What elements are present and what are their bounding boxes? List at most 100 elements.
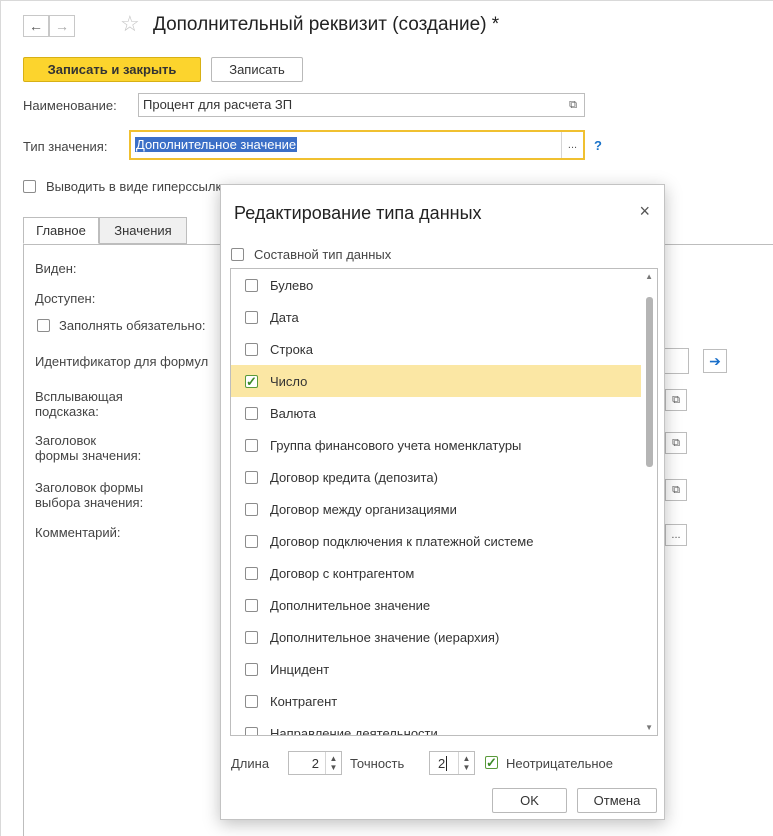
arrow-right-icon: → xyxy=(55,18,69,34)
type-checkbox[interactable] xyxy=(245,502,258,516)
dialog-title: Редактирование типа данных xyxy=(234,203,482,223)
close-icon[interactable]: × xyxy=(639,201,650,222)
forward-button[interactable]: → xyxy=(49,15,75,37)
type-checkbox[interactable] xyxy=(245,278,258,292)
stepper-arrows-icon[interactable]: ▲ ▼ xyxy=(325,752,341,774)
length-stepper[interactable]: 2 ▲ ▼ xyxy=(288,751,342,775)
hyperlink-label: Выводить в виде гиперссылки xyxy=(46,179,229,194)
precision-value: 2 xyxy=(438,755,448,771)
cancel-button[interactable]: Отмена xyxy=(577,788,657,813)
help-icon[interactable]: ? xyxy=(594,138,602,153)
type-checkbox[interactable] xyxy=(245,470,258,484)
list-item[interactable]: Дата xyxy=(231,301,642,333)
composite-type-checkbox[interactable] xyxy=(231,248,244,261)
type-checkbox[interactable] xyxy=(245,662,258,676)
scroll-thumb[interactable] xyxy=(646,297,653,467)
list-item[interactable]: Дополнительное значение xyxy=(231,589,642,621)
header-choice-open-icon[interactable]: ⧉ xyxy=(665,479,687,501)
type-value: Дополнительное значение xyxy=(135,137,298,152)
list-item[interactable]: Дополнительное значение (иерархия) xyxy=(231,621,642,653)
type-label: Инцидент xyxy=(270,661,330,677)
list-item[interactable]: Договор с контрагентом xyxy=(231,557,642,589)
tab-values[interactable]: Значения xyxy=(99,217,187,244)
type-label: Договор с контрагентом xyxy=(270,565,415,581)
select-type-button[interactable]: ... xyxy=(561,132,583,158)
type-label: Дополнительное значение (иерархия) xyxy=(270,629,500,645)
type-checkbox[interactable] xyxy=(245,694,258,708)
check-icon[interactable]: ✓ xyxy=(245,374,258,388)
list-item[interactable]: Инцидент xyxy=(231,653,642,685)
list-item[interactable]: Булево xyxy=(231,269,642,301)
composite-type-label: Составной тип данных xyxy=(254,247,392,262)
ok-button[interactable]: OK xyxy=(492,788,567,813)
precision-label: Точность xyxy=(350,756,405,771)
list-scrollbar[interactable]: ▲ ▼ xyxy=(641,269,657,735)
type-label: Дополнительное значение xyxy=(270,597,431,613)
length-value: 2 xyxy=(311,755,319,771)
open-icon[interactable]: ⧉ xyxy=(562,94,584,116)
edit-type-dialog: Редактирование типа данных × Составной т… xyxy=(220,184,665,820)
type-checkbox[interactable] xyxy=(245,310,258,324)
header-value-open-icon[interactable]: ⧉ xyxy=(665,432,687,454)
nonnegative-label: Неотрицательное xyxy=(506,756,614,771)
list-item[interactable]: Валюта xyxy=(231,397,642,429)
type-checkbox[interactable] xyxy=(245,726,258,735)
list-item[interactable]: Строка xyxy=(231,333,642,365)
list-item-selected[interactable]: ✓ Число xyxy=(231,365,642,397)
favorite-star-icon[interactable]: ☆ xyxy=(120,11,140,37)
type-label: Договор кредита (депозита) xyxy=(270,469,438,485)
scroll-up-icon[interactable]: ▲ xyxy=(645,272,653,281)
type-label: Строка xyxy=(270,341,314,357)
type-label: Договор подключения к платежной системе xyxy=(270,533,534,549)
type-input[interactable]: Дополнительное значение ... xyxy=(129,130,585,160)
tab-main[interactable]: Главное xyxy=(23,217,99,244)
list-item[interactable]: Договор между организациями xyxy=(231,493,642,525)
precision-stepper[interactable]: 2 ▲ ▼ xyxy=(429,751,475,775)
required-checkbox[interactable] xyxy=(37,319,50,332)
length-label: Длина xyxy=(231,756,270,771)
type-label: Булево xyxy=(270,277,314,293)
list-item[interactable]: Договор подключения к платежной системе xyxy=(231,525,642,557)
type-label: Группа финансового учета номенклатуры xyxy=(270,437,522,453)
arrow-left-icon: ← xyxy=(29,18,43,34)
type-label: Валюта xyxy=(270,405,316,421)
scroll-down-icon[interactable]: ▼ xyxy=(645,723,653,732)
stepper-arrows-icon[interactable]: ▲ ▼ xyxy=(458,752,474,774)
hyperlink-checkbox[interactable] xyxy=(23,180,36,193)
type-checkbox[interactable] xyxy=(245,406,258,420)
tooltip-open-icon[interactable]: ⧉ xyxy=(665,389,687,411)
available-label: Доступен: xyxy=(35,291,96,306)
type-label: Тип значения: xyxy=(23,139,108,154)
type-checkbox[interactable] xyxy=(245,342,258,356)
type-label: Число xyxy=(270,373,308,389)
type-label: Дата xyxy=(270,309,299,325)
list-item[interactable]: Договор кредита (депозита) xyxy=(231,461,642,493)
type-checkbox[interactable] xyxy=(245,566,258,580)
name-value: Процент для расчета ЗП xyxy=(143,97,293,112)
list-item[interactable]: Группа финансового учета номенклатуры xyxy=(231,429,642,461)
type-label: Направление деятельности xyxy=(270,725,438,736)
name-label: Наименование: xyxy=(23,98,117,113)
back-button[interactable]: ← xyxy=(23,15,49,37)
visible-label: Виден: xyxy=(35,261,77,276)
types-list[interactable]: Булево Дата Строка ✓ Число Валюта Группа … xyxy=(230,268,658,736)
type-checkbox[interactable] xyxy=(245,438,258,452)
header-value-label: Заголовок формы значения: xyxy=(35,433,142,463)
type-label: Контрагент xyxy=(270,693,338,709)
tooltip-label: Всплывающая подсказка: xyxy=(35,389,123,419)
go-icon[interactable]: ➔ xyxy=(703,349,727,373)
comment-dots-button[interactable]: ... xyxy=(665,524,687,546)
list-item[interactable]: Контрагент xyxy=(231,685,642,717)
window-title: Дополнительный реквизит (создание) * xyxy=(153,14,500,35)
type-checkbox[interactable] xyxy=(245,534,258,548)
save-button[interactable]: Записать xyxy=(211,57,303,82)
identifier-label: Идентификатор для формул xyxy=(35,354,209,369)
list-item[interactable]: Направление деятельности xyxy=(231,717,642,736)
type-checkbox[interactable] xyxy=(245,630,258,644)
name-input[interactable]: Процент для расчета ЗП ⧉ xyxy=(138,93,585,117)
save-and-close-button[interactable]: Записать и закрыть xyxy=(23,57,201,82)
header-choice-label: Заголовок формы выбора значения: xyxy=(35,480,144,510)
type-checkbox[interactable] xyxy=(245,598,258,612)
identifier-input-tail[interactable] xyxy=(665,348,689,374)
nonnegative-check-icon[interactable]: ✓ xyxy=(485,756,498,769)
